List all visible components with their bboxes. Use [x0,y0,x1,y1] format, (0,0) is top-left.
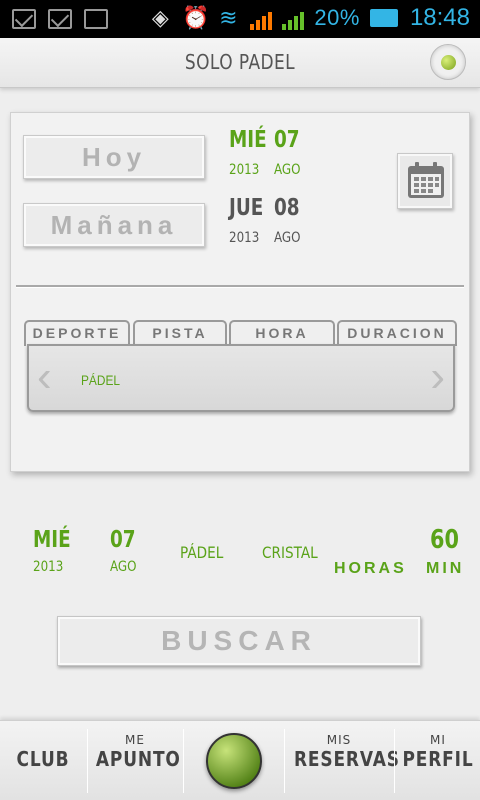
clock: 18:48 [409,4,470,31]
summary-minutes: 60 [430,525,459,555]
nav-mis-reservas[interactable]: MIS RESERVAS [286,721,400,800]
arrow-left-icon[interactable]: ‹ [37,352,52,402]
menu-ball-button[interactable] [430,44,466,80]
signal-icon [250,6,273,30]
nav-perfil-bottom: PERFIL [402,747,474,771]
divider [16,285,464,288]
rotation-icon: ◈ [151,5,169,30]
tennis-ball-icon [441,55,456,70]
summary-min-label: MIN [426,560,465,577]
nav-apunto-bottom: APUNTO [95,747,181,771]
app-header: SOLO PADEL [0,38,480,88]
wifi-icon: ≋ [219,5,238,30]
tomorrow-month: AGO [274,230,301,246]
tab-pista[interactable]: PISTA [133,320,227,346]
today-month: AGO [274,162,301,178]
today-button[interactable]: Hoy [23,135,205,179]
nav-reservas-top: MIS [326,733,352,747]
tab-hora[interactable]: HORA [229,320,335,346]
status-bar: ◈ ⏰ ≋ 20% 18:48 [0,0,480,38]
calendar-button[interactable] [397,153,453,209]
summary-day: 07 [110,527,136,553]
tomorrow-dow: JUE [229,195,264,221]
summary-hours-label: HORAS [334,560,407,577]
nav-perfil-top: MI [430,733,446,747]
nav-apunto-top: ME [125,733,145,747]
tomorrow-day: 08 [274,195,300,221]
option-selector: ‹ PÁDEL › [27,344,455,412]
arrow-right-icon[interactable]: › [430,352,445,402]
today-year: 2013 [229,162,260,178]
today-day: 07 [274,127,300,153]
summary-year: 2013 [33,559,64,575]
signal-icon-2 [282,6,305,30]
nav-club[interactable]: . CLUB [0,721,86,800]
gmail-icon-2 [48,9,72,29]
nav-me-apunto[interactable]: ME APUNTO [89,721,181,800]
calendar-icon [408,162,444,198]
search-button[interactable]: BUSCAR [57,616,421,666]
today-dow: MIÉ [229,127,267,153]
tomorrow-button[interactable]: Mañana [23,203,205,247]
battery-percent: 20% [314,5,360,30]
summary-sport: PÁDEL [180,543,224,562]
booking-panel: Hoy Mañana MIÉ 07 2013 AGO JUE 08 2013 A… [10,112,470,472]
selected-sport: PÁDEL [81,372,121,388]
download-icon [84,9,108,29]
tab-deporte[interactable]: DEPORTE [24,320,130,346]
nav-reservas-bottom: RESERVAS [293,747,400,771]
tab-duracion[interactable]: DURACION [337,320,457,346]
summary-month: AGO [110,559,137,575]
tomorrow-year: 2013 [229,230,260,246]
nav-club-label: CLUB [16,747,70,771]
nav-mi-perfil[interactable]: MI PERFIL [396,721,480,800]
bottom-nav: . CLUB ME APUNTO MIS RESERVAS MI PERFIL [0,720,480,800]
page-title: SOLO PADEL [184,50,296,74]
tennis-ball-home-icon[interactable] [206,733,262,789]
gmail-icon [12,9,36,29]
alarm-icon: ⏰ [182,5,210,30]
summary-court: CRISTAL [262,543,318,562]
summary-dow: MIÉ [33,527,71,553]
battery-icon [369,9,398,27]
